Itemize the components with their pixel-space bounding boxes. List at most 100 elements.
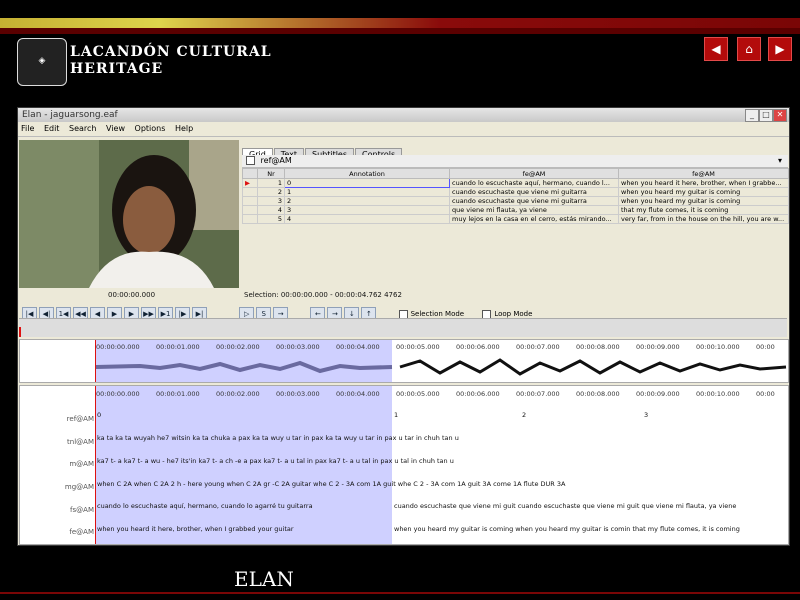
ref-annotation[interactable]: 3 bbox=[644, 411, 648, 419]
table-cell[interactable]: 4 bbox=[284, 214, 450, 224]
prev-slide-button[interactable]: ◀ bbox=[704, 37, 728, 61]
tier-label-fs[interactable]: fs@AM bbox=[60, 506, 94, 514]
ruler-tick: 00:00:05.000 bbox=[396, 390, 440, 398]
menu-view[interactable]: View bbox=[106, 124, 125, 133]
menu-edit[interactable]: Edit bbox=[44, 124, 60, 133]
tnl-annotations[interactable]: ka ta ka ta wuyah he7 witsin ka ta chuka… bbox=[97, 434, 459, 442]
waveform bbox=[95, 358, 787, 376]
ruler-tick: 00:00:02.000 bbox=[216, 343, 260, 351]
table-cell[interactable]: 2 bbox=[284, 196, 450, 206]
ruler-tick: 00:00:05.000 bbox=[396, 343, 440, 351]
ref-annotation[interactable]: 1 bbox=[394, 411, 398, 419]
table-cell: when you heard it here, brother, when I … bbox=[618, 178, 789, 188]
tier-label-m[interactable]: m@AM bbox=[60, 460, 94, 468]
fe-annotation[interactable]: when you heard my guitar is coming when … bbox=[394, 525, 740, 533]
ruler-tick: 00:00:01.000 bbox=[156, 390, 200, 398]
home-button[interactable]: ⌂ bbox=[737, 37, 761, 61]
mg-annotations[interactable]: when C 2A when C 2A 2 h - here young whe… bbox=[97, 480, 565, 488]
ruler-tick: 00:00 bbox=[756, 390, 775, 398]
menu-options[interactable]: Options bbox=[135, 124, 166, 133]
table-cell: cuando escuchaste que viene mi guitarra bbox=[449, 187, 619, 197]
ruler-tick: 00:00:00.000 bbox=[96, 343, 140, 351]
tier-label-ref[interactable]: ref@AM bbox=[60, 415, 94, 423]
window-title: Elan - jaguarsong.eaf bbox=[22, 110, 118, 120]
tab-strip: GridTextSubtitlesControls bbox=[242, 142, 403, 161]
lacandon-logo: ◈ bbox=[17, 38, 67, 86]
grid-header-annotation: Annotation bbox=[284, 168, 450, 179]
maximize-button[interactable]: □ bbox=[759, 109, 773, 122]
close-button[interactable]: ✕ bbox=[773, 109, 787, 122]
table-cell: 2 bbox=[257, 187, 285, 197]
ruler-tick: 00:00:00.000 bbox=[96, 390, 140, 398]
menu-file[interactable]: File bbox=[21, 124, 34, 133]
video-viewer bbox=[19, 140, 239, 288]
table-cell bbox=[242, 214, 258, 224]
ruler-tick: 00:00:10.000 bbox=[696, 390, 740, 398]
loop-mode-option[interactable]: Loop Mode bbox=[482, 309, 532, 319]
tier-selector[interactable]: ref@AM ▾ bbox=[242, 155, 788, 168]
elan-window: Elan - jaguarsong.eaf _ □ ✕ File Edit Se… bbox=[17, 107, 790, 546]
annotation-grid: Nr Annotation fe@AM fe@AM ▶ 1 0 cuando l… bbox=[242, 168, 789, 224]
ruler-tick: 00:00:04.000 bbox=[336, 343, 380, 351]
menu-search[interactable]: Search bbox=[69, 124, 96, 133]
table-cell: when you heard my guitar is coming bbox=[618, 196, 789, 206]
table-cell: cuando escuchaste que viene mi guitarra bbox=[449, 196, 619, 206]
tier-label-tnl[interactable]: tnl@AM bbox=[60, 438, 94, 446]
header-band-dark bbox=[0, 28, 800, 34]
table-cell: that my flute comes, it is coming bbox=[618, 205, 789, 215]
overview-ruler[interactable] bbox=[19, 318, 787, 337]
home-icon: ⌂ bbox=[745, 42, 753, 56]
table-cell: 4 bbox=[257, 205, 285, 215]
ref-annotation[interactable]: 2 bbox=[522, 411, 526, 419]
tier-label-fe[interactable]: fe@AM bbox=[60, 528, 94, 536]
tier-checkbox[interactable] bbox=[246, 156, 255, 165]
table-cell: 1 bbox=[257, 178, 285, 188]
table-cell[interactable]: 0 bbox=[284, 178, 450, 188]
table-cell[interactable]: 3 bbox=[284, 205, 450, 215]
tier-selector-value: ref@AM bbox=[260, 156, 292, 165]
slide-caption: ELAN bbox=[234, 567, 294, 591]
table-cell: 3 bbox=[257, 196, 285, 206]
table-row[interactable]: 4 3 que viene mi flauta, ya viene that m… bbox=[242, 205, 789, 215]
crosshair-line bbox=[95, 386, 96, 544]
table-row[interactable]: 5 4 muy lejos en la casa en el cerro, es… bbox=[242, 214, 789, 224]
crosshair-marker bbox=[19, 327, 21, 337]
video-frame bbox=[19, 140, 239, 288]
table-cell: 5 bbox=[257, 214, 285, 224]
table-cell[interactable]: 1 bbox=[284, 187, 450, 197]
ruler-tick: 00:00:10.000 bbox=[696, 343, 740, 351]
table-row[interactable]: ▶ 1 0 cuando lo escuchaste aquí, hermano… bbox=[242, 178, 789, 188]
selection-mode-option[interactable]: Selection Mode bbox=[398, 309, 465, 319]
menu-bar: File Edit Search View Options Help bbox=[18, 122, 789, 137]
ruler-tick: 00:00:09.000 bbox=[636, 343, 680, 351]
ruler-tick: 00:00:03.000 bbox=[276, 390, 320, 398]
selection-mode-label: Selection Mode bbox=[410, 310, 465, 318]
timeline-viewer[interactable]: 00:00:00.000 00:00:01.000 00:00:02.000 0… bbox=[19, 385, 789, 545]
selection-info: Selection: 00:00:00.000 - 00:00:04.762 4… bbox=[244, 291, 402, 299]
table-cell: que viene mi flauta, ya viene bbox=[449, 205, 619, 215]
media-controls: |◀ ◀| 1◀ ◀◀ ◀ ▶ ▶ ▶▶ ▶1 |▶ ▶| ▷ S → ← → ↓ ↑ Selection M… bbox=[22, 301, 532, 321]
site-title-line1: LACANDÓN CULTURAL bbox=[70, 44, 272, 60]
minimize-button[interactable]: _ bbox=[745, 109, 759, 122]
ruler-tick: 00:00:09.000 bbox=[636, 390, 680, 398]
table-cell: when you heard my guitar is coming bbox=[618, 187, 789, 197]
ruler-tick: 00:00:06.000 bbox=[456, 343, 500, 351]
site-title-line2: HERITAGE bbox=[70, 61, 164, 77]
table-cell bbox=[242, 187, 258, 197]
menu-help[interactable]: Help bbox=[175, 124, 193, 133]
grid-header-marker bbox=[242, 168, 258, 179]
table-cell: very far, from in the house on the hill,… bbox=[618, 214, 789, 224]
media-time: 00:00:00.000 bbox=[108, 291, 156, 299]
next-slide-button[interactable]: ▶ bbox=[768, 37, 792, 61]
fe-annotation[interactable]: when you heard it here, brother, when I … bbox=[97, 525, 294, 533]
grid-header-nr: Nr bbox=[257, 168, 285, 179]
fs-annotation[interactable]: cuando escuchaste que viene mi guit cuan… bbox=[394, 502, 736, 510]
tier-label-mg[interactable]: mg@AM bbox=[60, 483, 94, 491]
table-row[interactable]: 3 2 cuando escuchaste que viene mi guita… bbox=[242, 196, 789, 206]
table-row[interactable]: 2 1 cuando escuchaste que viene mi guita… bbox=[242, 187, 789, 197]
ref-annotation[interactable]: 0 bbox=[97, 411, 101, 419]
m-annotations[interactable]: ka7 t- a ka7 t- a wu - he7 its'in ka7 t-… bbox=[97, 457, 454, 465]
waveform-viewer[interactable]: 00:00:00.000 00:00:01.000 00:00:02.000 0… bbox=[19, 339, 789, 383]
arrow-left-icon: ◀ bbox=[711, 42, 721, 56]
fs-annotation[interactable]: cuando lo escuchaste aquí, hermano, cuan… bbox=[97, 502, 313, 510]
